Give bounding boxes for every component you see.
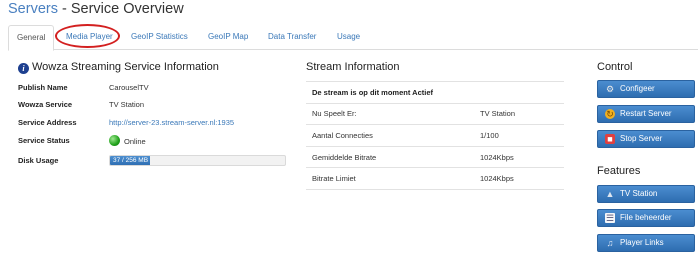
music-note-icon: ♫ xyxy=(606,238,614,248)
table-row: Nu Speelt Er: TV Station xyxy=(306,102,564,125)
restart-icon: ↻ xyxy=(605,109,615,119)
info-value: TV Station xyxy=(109,100,145,109)
info-icon: i xyxy=(18,63,29,74)
stream-section-title: Stream Information xyxy=(306,61,400,73)
title-separator: - xyxy=(57,1,71,17)
status-text: Online xyxy=(124,137,146,146)
tab-media-player[interactable]: Media Player xyxy=(58,25,121,50)
tab-usage[interactable]: Usage xyxy=(329,25,368,50)
tab-geoip-map[interactable]: GeoIP Map xyxy=(200,25,256,50)
stream-status-notice: De stream is op dit moment Actief xyxy=(306,81,564,104)
disk-usage-bar: 37 / 256 MB xyxy=(109,155,286,166)
disk-usage-text: 37 / 256 MB xyxy=(113,157,149,164)
stream-info-table: De stream is op dit moment Actief Nu Spe… xyxy=(306,81,564,190)
gear-icon: ⚙ xyxy=(605,84,615,94)
button-label: Restart Server xyxy=(620,109,672,118)
configeer-button[interactable]: ⚙ Configeer xyxy=(597,80,695,98)
table-row: De stream is op dit moment Actief xyxy=(306,81,564,104)
control-section-title: Control xyxy=(597,61,633,73)
breadcrumb-servers[interactable]: Servers xyxy=(8,1,58,17)
tv-station-button[interactable]: ▲ TV Station xyxy=(597,185,695,203)
restart-server-button[interactable]: ↻ Restart Server xyxy=(597,105,695,123)
stream-value: TV Station xyxy=(474,102,564,125)
table-row: Bitrate Limiet 1024Kbps xyxy=(306,167,564,190)
button-label: Stop Server xyxy=(620,134,663,143)
stream-label: Bitrate Limiet xyxy=(306,167,474,190)
player-links-button[interactable]: ♫ Player Links xyxy=(597,234,695,252)
button-label: TV Station xyxy=(620,189,658,198)
button-label: File beheerder xyxy=(620,213,672,222)
info-label: Wowza Service xyxy=(18,100,73,109)
info-label: Service Address xyxy=(18,118,77,127)
info-label: Publish Name xyxy=(18,83,68,92)
button-label: Configeer xyxy=(620,84,655,93)
info-label: Service Status xyxy=(18,136,70,145)
stream-value: 1/100 xyxy=(474,124,564,147)
table-row: Aantal Connecties 1/100 xyxy=(306,124,564,147)
stop-server-button[interactable]: ■ Stop Server xyxy=(597,130,695,148)
wowza-section-title: i Wowza Streaming Service Information xyxy=(18,60,219,74)
button-label: Player Links xyxy=(620,238,664,247)
status-value: Online xyxy=(109,135,146,148)
file-icon: ☰ xyxy=(605,213,615,223)
info-value: CarouselTV xyxy=(109,83,149,92)
stream-value: 1024Kbps xyxy=(474,145,564,168)
stream-label: Aantal Connecties xyxy=(306,124,474,147)
stream-label: Nu Speelt Er: xyxy=(306,102,474,125)
page-title: Servers - Service Overview xyxy=(8,1,184,17)
wowza-title-text: Wowza Streaming Service Information xyxy=(32,61,219,73)
table-row: Gemiddelde Bitrate 1024Kbps xyxy=(306,145,564,168)
page-title-text: Service Overview xyxy=(70,1,184,17)
info-label: Disk Usage xyxy=(18,156,59,165)
tab-geoip-statistics[interactable]: GeoIP Statistics xyxy=(123,25,196,50)
antenna-icon: ▲ xyxy=(605,189,615,199)
stop-icon: ■ xyxy=(605,134,615,144)
file-beheerder-button[interactable]: ☰ File beheerder xyxy=(597,209,695,227)
stream-label: Gemiddelde Bitrate xyxy=(306,145,474,168)
tab-data-transfer[interactable]: Data Transfer xyxy=(260,25,324,50)
features-section-title: Features xyxy=(597,165,641,177)
tab-bar: General Media Player GeoIP Statistics Ge… xyxy=(8,25,698,51)
stream-value: 1024Kbps xyxy=(474,167,564,190)
tab-general[interactable]: General xyxy=(8,25,55,51)
service-address-link[interactable]: http://server-23.stream-server.nl:1935 xyxy=(109,117,234,129)
status-online-icon xyxy=(109,135,120,146)
